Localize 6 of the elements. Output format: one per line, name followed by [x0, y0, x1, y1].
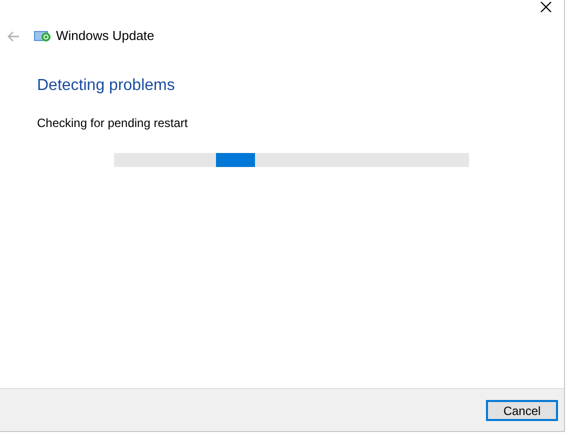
update-shield-icon	[34, 30, 51, 42]
heading: Detecting problems	[37, 76, 176, 96]
close-icon[interactable]	[540, 1, 552, 13]
window-title: Windows Update	[56, 27, 154, 46]
cancel-button[interactable]: Cancel	[486, 400, 558, 420]
status-text: Checking for pending restart	[37, 115, 189, 132]
